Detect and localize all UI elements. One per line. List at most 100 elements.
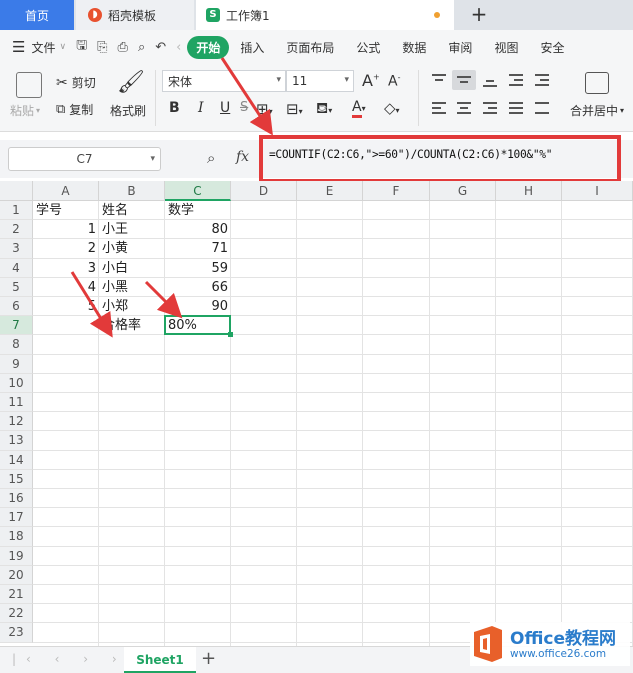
paste-button[interactable]: 粘贴 ▾ [10, 102, 40, 119]
cell-a2[interactable]: 1 [33, 220, 99, 239]
menu-formula[interactable]: 公式 [356, 39, 380, 56]
bold-button[interactable]: B [169, 100, 180, 116]
row-header-13[interactable]: 13 [0, 431, 33, 451]
tab-home[interactable]: 首页 [0, 0, 74, 30]
font-size-select[interactable]: 11 ▾ [286, 70, 354, 92]
tab-workbook[interactable]: S 工作簿1 [196, 0, 454, 30]
italic-button[interactable]: I [198, 100, 204, 116]
row-header-18[interactable]: 18 [0, 527, 33, 547]
menu-data[interactable]: 数据 [402, 39, 426, 56]
name-box[interactable]: C7 ▾ [8, 147, 161, 171]
align-middle-icon[interactable] [452, 70, 476, 90]
row-header-22[interactable]: 22 [0, 604, 33, 624]
underline-button[interactable]: U [220, 100, 230, 116]
merge-center-icon[interactable] [585, 72, 609, 94]
row-header-11[interactable]: 11 [0, 393, 33, 413]
column-header-i[interactable]: I [562, 181, 633, 201]
hamburger-icon[interactable]: ☰ [12, 38, 25, 56]
align-left-icon[interactable] [430, 100, 448, 116]
cell-c2[interactable]: 80 [165, 220, 231, 239]
menu-review[interactable]: 审阅 [448, 39, 472, 56]
column-header-g[interactable]: G [430, 181, 496, 201]
row-header-14[interactable]: 14 [0, 450, 33, 470]
spreadsheet-grid[interactable]: A B C D E F G H I 1 2 3 4 5 6 7 8 9 10 11 12 13 14 15 16 17 18 19 20… [0, 181, 633, 646]
menu-file[interactable]: 文件 [31, 39, 55, 56]
row-header-9[interactable]: 9 [0, 354, 33, 374]
justify-icon[interactable] [507, 100, 525, 116]
cell-b3[interactable]: 小黄 [99, 239, 165, 258]
decrease-indent-icon[interactable] [507, 72, 525, 88]
cell-c1[interactable]: 数学 [165, 201, 231, 220]
row-header-6[interactable]: 6 [0, 297, 33, 317]
cell-a4[interactable]: 3 [33, 259, 99, 278]
column-header-c[interactable]: C [165, 181, 231, 201]
cell-c6[interactable]: 90 [165, 297, 231, 316]
row-header-8[interactable]: 8 [0, 335, 33, 355]
column-header-a[interactable]: A [33, 181, 99, 201]
shrink-font-button[interactable]: A- [388, 73, 400, 90]
cell-c4[interactable]: 59 [165, 259, 231, 278]
merge-center-button[interactable]: 合并居中 ▾ [570, 102, 624, 119]
row-header-10[interactable]: 10 [0, 373, 33, 393]
menu-security[interactable]: 安全 [540, 39, 564, 56]
cell-a6[interactable]: 5 [33, 297, 99, 316]
row-header-4[interactable]: 4 [0, 258, 33, 278]
cell-a1[interactable]: 学号 [33, 201, 99, 220]
more-icon[interactable]: ‹ [176, 40, 181, 55]
menu-insert[interactable]: 插入 [240, 39, 264, 56]
select-all-corner[interactable] [0, 181, 33, 201]
row-header-1[interactable]: 1 [0, 201, 33, 221]
row-header-7[interactable]: 7 [0, 316, 33, 336]
cut-button[interactable]: ✂ 剪切 [56, 74, 96, 91]
fill-handle[interactable] [228, 332, 233, 338]
save-icon[interactable]: 🖫 [76, 36, 87, 58]
tab-docer-templates[interactable]: ◗ 稻壳模板 [76, 0, 194, 30]
distribute-icon[interactable] [533, 100, 551, 116]
align-top-icon[interactable] [430, 72, 448, 88]
copy-button[interactable]: ⧉ 复制 [56, 101, 93, 118]
row-header-21[interactable]: 21 [0, 585, 33, 605]
paste-icon[interactable] [16, 72, 42, 98]
row-header-5[interactable]: 5 [0, 277, 33, 297]
print-icon[interactable]: ⎙ [118, 40, 128, 55]
output-icon[interactable]: ⎘ [97, 40, 107, 55]
align-center-icon[interactable] [455, 100, 473, 116]
column-header-h[interactable]: H [496, 181, 562, 201]
add-sheet-button[interactable]: + [201, 648, 216, 669]
border-style-icon[interactable]: ⊟▾ [286, 100, 303, 118]
brush-icon[interactable]: 🖌 [117, 70, 145, 95]
column-header-e[interactable]: E [297, 181, 363, 201]
cell-b7[interactable]: 合格率 [99, 316, 165, 335]
row-header-23[interactable]: 23 [0, 623, 33, 643]
grow-font-button[interactable]: A+ [362, 71, 380, 90]
eraser-icon[interactable]: ◇▾ [384, 99, 400, 117]
cell-b1[interactable]: 姓名 [99, 201, 165, 220]
border-icon[interactable]: ⊞▾ [256, 100, 273, 118]
column-header-f[interactable]: F [363, 181, 430, 201]
cell-b4[interactable]: 小白 [99, 259, 165, 278]
fill-color-icon[interactable]: ⛾▾ [316, 99, 332, 119]
menu-view[interactable]: 视图 [494, 39, 518, 56]
row-header-17[interactable]: 17 [0, 508, 33, 528]
font-color-button[interactable]: A▾ [352, 99, 366, 118]
strikethrough-button[interactable]: S̶ [240, 100, 248, 115]
cell-b5[interactable]: 小黑 [99, 278, 165, 297]
row-header-19[interactable]: 19 [0, 546, 33, 566]
new-tab-button[interactable]: + [466, 2, 492, 28]
fx-icon[interactable]: fx [236, 149, 249, 165]
preview-icon[interactable]: ⌕ [138, 40, 145, 55]
cell-b6[interactable]: 小郑 [99, 297, 165, 316]
font-name-select[interactable]: 宋体 ▾ [162, 70, 286, 92]
row-header-20[interactable]: 20 [0, 565, 33, 585]
align-bottom-icon[interactable] [481, 72, 499, 88]
column-header-b[interactable]: B [99, 181, 165, 201]
row-header-12[interactable]: 12 [0, 412, 33, 432]
sheet-tab-active[interactable]: Sheet1 [124, 647, 196, 673]
menu-start[interactable]: 开始 [187, 35, 230, 59]
cell-c5[interactable]: 66 [165, 278, 231, 297]
row-header-3[interactable]: 3 [0, 239, 33, 259]
row-header-16[interactable]: 16 [0, 489, 33, 509]
row-header-15[interactable]: 15 [0, 469, 33, 489]
align-right-icon[interactable] [481, 100, 499, 116]
zoom-icon[interactable]: ⌕ [207, 149, 215, 167]
